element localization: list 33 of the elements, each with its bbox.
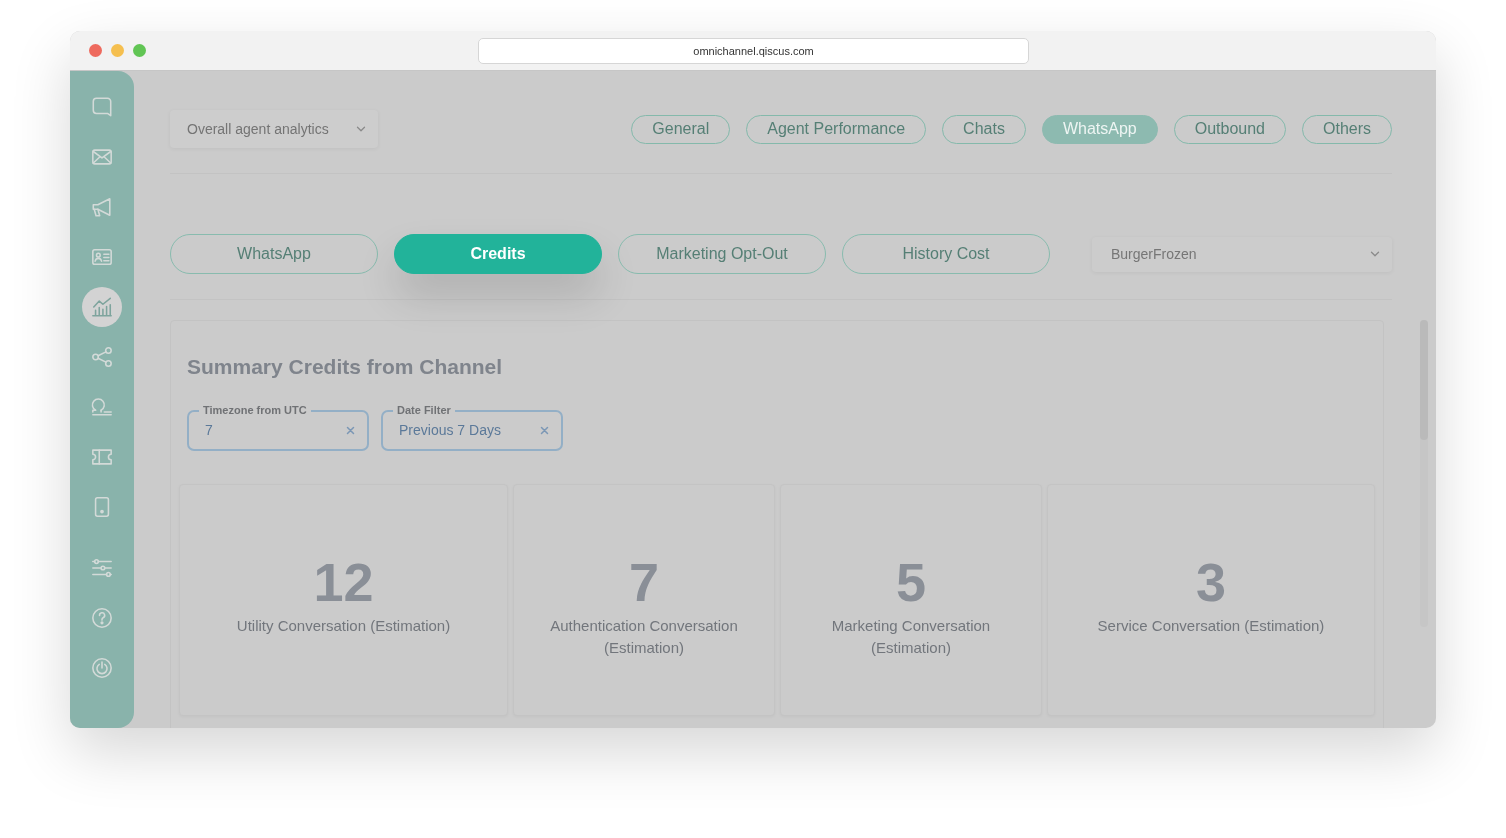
user-list-icon — [91, 396, 113, 418]
help-icon — [91, 607, 113, 629]
panel-title: Summary Credits from Channel — [187, 355, 503, 379]
envelope-icon — [91, 146, 113, 168]
ticket-icon — [91, 446, 113, 468]
clear-icon — [346, 426, 355, 435]
chat-bubble-icon — [91, 96, 113, 118]
stat-label: Utility Conversation (Estimation) — [236, 616, 451, 636]
sidebar-button[interactable] — [82, 287, 122, 327]
stat-label: Authentication Conversation (Estimation) — [549, 616, 739, 658]
megaphone-icon — [91, 196, 113, 218]
field-label: Timezone from UTC — [199, 404, 311, 416]
stat-value: 7 — [628, 555, 659, 609]
window-close-icon[interactable] — [89, 44, 102, 57]
power-icon — [91, 657, 113, 679]
stat-value: 12 — [313, 555, 374, 609]
category-tab[interactable]: WhatsApp — [1041, 114, 1158, 144]
share-icon — [91, 346, 113, 368]
stat-label: Marketing Conversation (Estimation) — [830, 616, 992, 658]
field-label: Date Filter — [393, 404, 455, 416]
window-minimize-icon[interactable] — [111, 44, 124, 57]
clear-icon — [540, 426, 549, 435]
channel-tab[interactable]: Credits — [394, 234, 602, 274]
stat-label: Service Conversation (Estimation) — [1097, 616, 1325, 636]
account-select[interactable]: BurgerFrozen — [1092, 236, 1392, 272]
bar-chart-icon — [91, 296, 113, 318]
id-card-icon — [91, 246, 113, 268]
address-bar[interactable]: omnichannel.qiscus.com — [478, 38, 1029, 64]
stat-value: 5 — [895, 555, 926, 609]
stat-value: 3 — [1195, 555, 1226, 609]
window-zoom-icon[interactable] — [133, 44, 146, 57]
sliders-icon — [91, 557, 113, 579]
analytics-select[interactable]: Overall agent analytics — [170, 110, 378, 148]
